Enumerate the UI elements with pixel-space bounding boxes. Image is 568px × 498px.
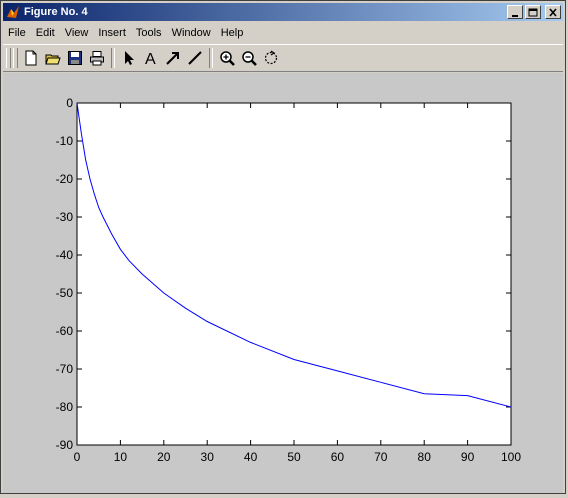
y-tick-label: -40 <box>56 248 74 262</box>
figure-canvas: 0 -10 -20 -30 -40 -50 -60 -70 -80 -90 0 10 20 30 40 50… <box>3 73 563 493</box>
text-tool-icon: A <box>145 51 156 66</box>
window-title: Figure No. 4 <box>24 6 88 18</box>
title-bar[interactable]: Figure No. 4 <box>3 3 563 21</box>
new-file-icon <box>25 50 37 66</box>
y-tick-label: -60 <box>56 324 74 338</box>
minimize-button[interactable] <box>507 5 523 19</box>
save-icon <box>68 51 82 65</box>
print-button[interactable] <box>86 47 108 69</box>
y-tick-label: -30 <box>56 210 74 224</box>
x-tick-label: 100 <box>501 450 521 464</box>
menu-bar: File Edit View Insert Tools Window Help <box>3 23 563 42</box>
y-tick-label: -90 <box>56 438 74 452</box>
menu-view[interactable]: View <box>60 27 94 39</box>
save-button[interactable] <box>64 47 86 69</box>
zoom-out-button[interactable] <box>238 47 260 69</box>
insert-text-button[interactable]: A <box>140 47 162 69</box>
zoom-out-icon <box>242 51 257 66</box>
open-folder-icon <box>45 54 61 65</box>
matlab-logo-icon <box>6 5 20 19</box>
figure-window: Figure No. 4 File Edit View Insert Tools… <box>0 0 566 494</box>
menu-edit[interactable]: Edit <box>31 27 60 39</box>
y-tick-label: -20 <box>56 172 74 186</box>
y-tick-label: -10 <box>56 134 74 148</box>
maximize-icon <box>528 8 538 17</box>
menu-tools[interactable]: Tools <box>131 27 167 39</box>
close-button[interactable] <box>545 5 561 19</box>
plot-svg: 0 -10 -20 -30 -40 -50 -60 -70 -80 -90 0 10 20 30 40 50… <box>56 96 522 464</box>
y-tick-label: -50 <box>56 286 74 300</box>
figure-toolbar: A <box>3 44 563 72</box>
minimize-icon <box>512 15 518 17</box>
zoom-in-button[interactable] <box>216 47 238 69</box>
toolbar-grip-2 <box>13 48 18 68</box>
insert-arrow-button[interactable] <box>162 47 184 69</box>
print-icon <box>90 51 104 66</box>
pointer-arrow-icon <box>125 51 134 65</box>
toolbar-grip[interactable] <box>6 48 11 68</box>
x-tick-label: 50 <box>287 450 301 464</box>
x-tick-label: 70 <box>374 450 388 464</box>
zoom-in-icon <box>220 51 235 66</box>
x-tick-label: 30 <box>201 450 215 464</box>
rotate-3d-button[interactable] <box>260 47 282 69</box>
x-tick-label: 80 <box>418 450 432 464</box>
menu-window[interactable]: Window <box>167 27 216 39</box>
rotate-icon <box>264 50 278 65</box>
edit-plot-button[interactable] <box>118 47 140 69</box>
insert-line-button[interactable] <box>184 47 206 69</box>
x-tick-label: 40 <box>244 450 258 464</box>
close-icon <box>549 8 557 17</box>
menu-insert[interactable]: Insert <box>93 27 131 39</box>
svg-text:A: A <box>145 51 156 66</box>
y-tick-label: -80 <box>56 400 74 414</box>
open-file-button[interactable] <box>42 47 64 69</box>
arrow-tool-icon <box>166 52 179 65</box>
y-tick-label: 0 <box>66 96 73 110</box>
menu-help[interactable]: Help <box>216 27 249 39</box>
x-tick-label: 20 <box>157 450 171 464</box>
toolbar-separator <box>111 48 115 68</box>
new-figure-button[interactable] <box>20 47 42 69</box>
menu-file[interactable]: File <box>3 27 31 39</box>
line-tool-icon <box>188 51 202 65</box>
x-tick-label: 60 <box>331 450 345 464</box>
y-tick-label: -70 <box>56 362 74 376</box>
x-tick-label: 10 <box>114 450 128 464</box>
toolbar-separator-2 <box>209 48 213 68</box>
x-tick-label: 0 <box>74 450 81 464</box>
x-tick-label: 90 <box>461 450 475 464</box>
maximize-button[interactable] <box>525 5 541 19</box>
